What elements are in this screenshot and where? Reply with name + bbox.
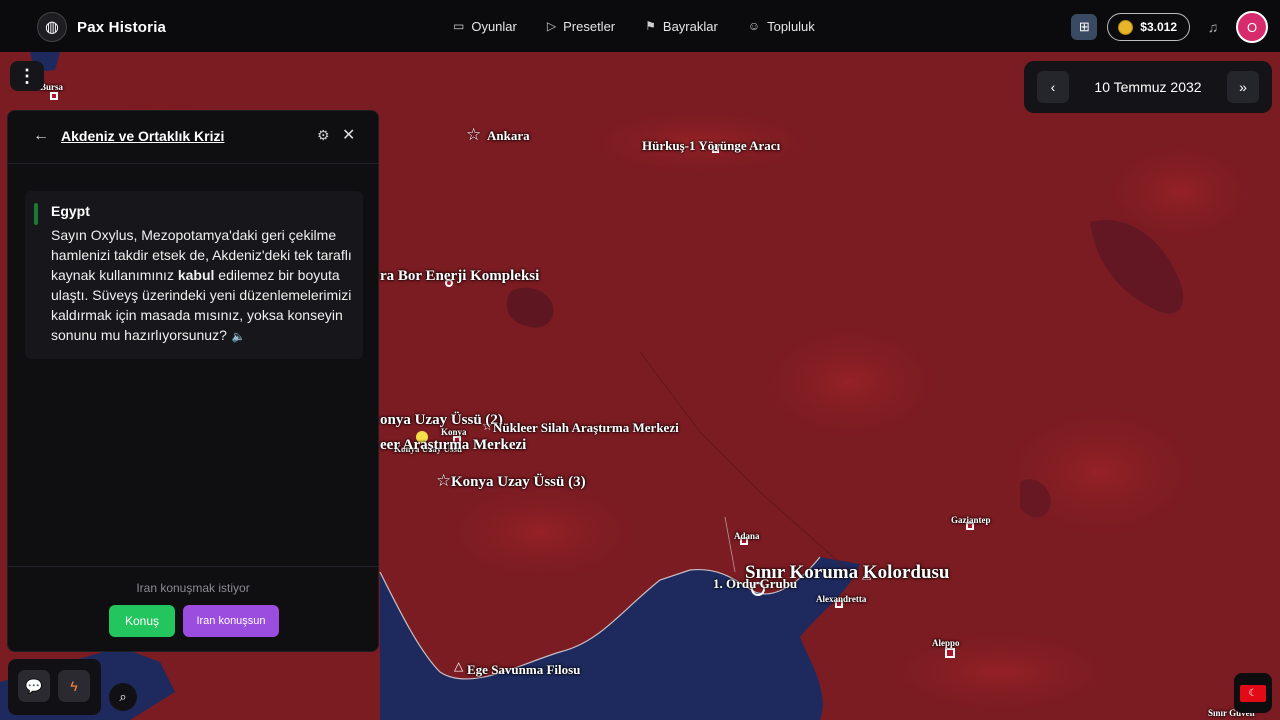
more-menu-button[interactable]: ⋮: [10, 61, 44, 91]
aleppo-marker[interactable]: [945, 648, 955, 658]
nav-presets[interactable]: ▷ Presetler: [547, 19, 615, 34]
wants-to-talk-note: Iran konuşmak istiyor: [136, 581, 250, 595]
nav-flags[interactable]: ⚑ Bayraklar: [645, 19, 718, 34]
coin-icon: [1118, 19, 1134, 35]
iran-talk-button[interactable]: Iran konuşsun: [183, 605, 279, 637]
flag-icon: ⚑: [645, 19, 656, 33]
label-iskenderun: Alexandretta: [816, 594, 867, 604]
speaker-icon[interactable]: 🔈: [232, 331, 246, 343]
nav-community-label: Topluluk: [767, 18, 815, 34]
country-flag-button[interactable]: ☾: [1234, 673, 1272, 713]
label-aleppo: Aleppo: [932, 638, 960, 648]
label-bor: ra Bor Enerji Kompleksi: [380, 268, 540, 284]
play-icon: ▷: [546, 19, 557, 33]
notifications-button[interactable]: ♫: [1200, 14, 1226, 40]
brand-link[interactable]: ◍ Pax Historia: [37, 12, 166, 42]
panel-footer: Iran konuşmak istiyor Konuş Iran konuşsu…: [8, 566, 378, 651]
label-konya-uzay-3: Konya Uzay Üssü (3): [451, 474, 586, 490]
chat-message: Egypt Sayın Oxylus, Mezopotamya'daki ger…: [25, 191, 363, 359]
nav-games[interactable]: ▭ Oyunlar: [453, 19, 517, 34]
close-icon[interactable]: ✕: [342, 125, 355, 145]
nav-games-label: Oyunlar: [471, 18, 517, 34]
chevron-left-icon: ‹: [1050, 79, 1056, 95]
search-icon: ⌕: [119, 689, 127, 704]
gift-button[interactable]: ⊞: [1071, 14, 1098, 40]
nav-flags-label: Bayraklar: [662, 18, 718, 34]
brand-name: Pax Historia: [77, 18, 167, 36]
chat-bubble-icon: 💬: [25, 677, 43, 694]
previous-date-button[interactable]: ‹: [1037, 71, 1069, 103]
label-ege: Ege Savunma Filosu: [467, 662, 581, 677]
message-text-bold: kabul: [177, 267, 215, 283]
date-control: ‹ 10 Temmuz 2032 »: [1024, 61, 1272, 113]
sender-color-bar: [34, 203, 38, 225]
panel-title[interactable]: Akdeniz ve Ortaklık Krizi: [61, 128, 224, 144]
nav-presets-label: Presetler: [563, 18, 616, 34]
globe-logo-icon: ◍: [37, 12, 67, 42]
gamepad-icon: ▭: [453, 19, 465, 33]
diplomacy-panel: ← Akdeniz ve Ortaklık Krizi ⚙ ✕ Egypt Sa…: [7, 110, 379, 652]
message-sender: Egypt: [51, 203, 90, 219]
avatar[interactable]: O: [1236, 11, 1268, 43]
city-marker-bursa[interactable]: [50, 92, 58, 100]
label-konya: Konya: [441, 427, 467, 437]
map-search-button[interactable]: ⌕: [109, 683, 137, 711]
talk-button[interactable]: Konuş: [109, 605, 175, 637]
konya-uzay3-star-icon[interactable]: ☆: [436, 472, 451, 489]
lightning-icon: ϟ: [70, 678, 78, 694]
label-ordu: 1. Ordu Grubu: [713, 576, 798, 591]
nav-community[interactable]: ☺ Topluluk: [748, 19, 815, 34]
chat-toggle-button[interactable]: 💬: [18, 670, 50, 702]
message-text: Sayın Oxylus, Mezopotamya'daki geri çeki…: [51, 225, 353, 347]
panel-header: ← Akdeniz ve Ortaklık Krizi ⚙ ✕: [8, 111, 378, 164]
advance-time-button[interactable]: »: [1227, 71, 1259, 103]
gift-icon: ⊞: [1078, 19, 1090, 34]
label-ankara: Ankara: [487, 128, 530, 143]
users-icon: ☺: [747, 19, 761, 33]
capital-star-icon[interactable]: ☆: [466, 126, 481, 143]
vertical-dots-icon: ⋮: [18, 65, 36, 86]
turkey-flag-icon: ☾: [1240, 684, 1266, 702]
coin-amount: $3.012: [1140, 20, 1177, 34]
current-date: 10 Temmuz 2032: [1094, 79, 1202, 95]
bell-icon: ♫: [1207, 19, 1219, 35]
gear-icon[interactable]: ⚙: [317, 127, 330, 144]
actions-button[interactable]: ϟ: [58, 670, 90, 702]
label-hurkus: Hürkuş-1 Yörünge Aracı: [642, 138, 781, 153]
label-arastirma: eer Araştırma Merkezi: [380, 437, 527, 453]
back-arrow-icon[interactable]: ←: [33, 127, 49, 145]
label-gaziantep: Gaziantep: [951, 515, 991, 525]
coin-balance-button[interactable]: $3.012: [1107, 13, 1190, 41]
label-adana: Adana: [734, 531, 760, 541]
user-tools: ⊞ $3.012 ♫ O: [1071, 11, 1268, 43]
top-navbar: ◍ Pax Historia ▭ Oyunlar ▷ Presetler ⚑ B…: [0, 0, 1280, 52]
ege-triangle-icon[interactable]: △: [454, 660, 463, 672]
label-nukleer: Nükleer Silah Araştırma Merkezi: [493, 420, 679, 435]
bottom-toolbar: 💬 ϟ: [8, 659, 101, 715]
main-nav: ▭ Oyunlar ▷ Presetler ⚑ Bayraklar ☺ Topl…: [453, 0, 815, 52]
chevrons-right-icon: »: [1239, 79, 1247, 95]
